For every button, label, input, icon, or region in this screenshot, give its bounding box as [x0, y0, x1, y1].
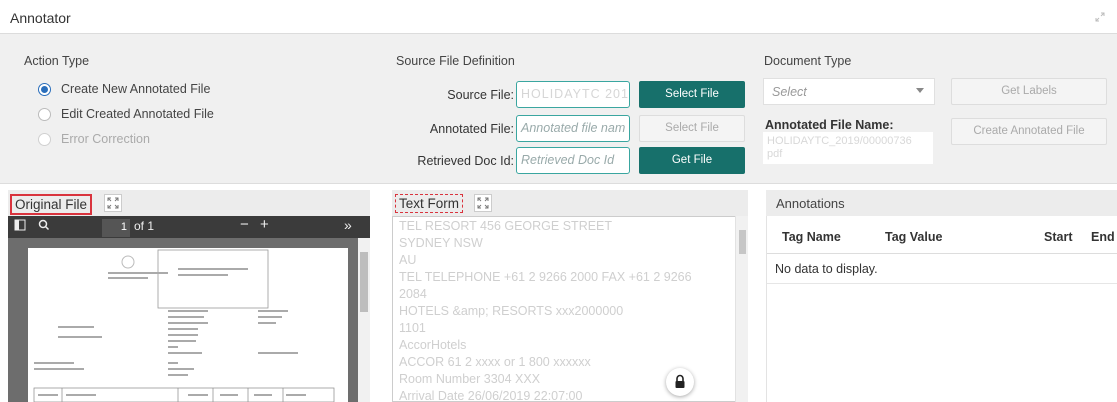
text-line: ACCOR 61 2 xxxx or 1 800 xxxxxx — [399, 355, 591, 369]
text-form-content[interactable]: TEL RESORT 456 GEORGE STREET SYDNEY NSW … — [392, 216, 748, 402]
select-annotated-file-button[interactable]: Select File — [639, 115, 745, 142]
panel-header: Annotations — [766, 190, 1117, 216]
lock-button[interactable] — [666, 368, 694, 396]
pdf-viewer — [8, 238, 370, 402]
chevron-down-icon — [916, 88, 924, 93]
maximize-icon[interactable] — [1095, 12, 1105, 25]
text-form-scrollbar[interactable] — [735, 216, 748, 402]
text-line: TEL TELEPHONE +61 2 9266 2000 FAX +61 2 … — [399, 270, 692, 284]
panel-header: Text Form — [392, 190, 748, 216]
radio-selected-icon — [38, 82, 51, 96]
expand-icon[interactable] — [474, 194, 492, 212]
expand-icon[interactable] — [104, 194, 122, 212]
text-line: Room Number 3304 XXX — [399, 372, 541, 386]
header-divider — [767, 253, 1117, 254]
radio-label: Error Correction — [61, 132, 150, 146]
configuration-area: Action Type Create New Annotated File Ed… — [0, 34, 1117, 184]
radio-unselected-icon — [38, 132, 51, 146]
text-line: 1101 — [399, 321, 426, 335]
column-header-end[interactable]: End — [1091, 230, 1115, 244]
empty-message: No data to display. — [775, 262, 878, 276]
annotated-file-name-ext: pdf — [767, 148, 783, 160]
text-form-panel: Text Form TEL RESORT 456 GEORGE STREET S… — [392, 190, 748, 402]
annotated-file-name-line: HOLIDAYTC_2019/00000736 — [767, 135, 912, 147]
text-line: 2084 — [399, 287, 427, 301]
pdf-scrollbar[interactable] — [358, 238, 370, 402]
page-number-input[interactable]: 1 — [102, 219, 130, 237]
text-line: SYDNEY NSW — [399, 236, 483, 250]
action-type-title: Action Type — [24, 54, 90, 68]
annotations-title: Annotations — [776, 196, 845, 211]
scrollbar-thumb[interactable] — [360, 252, 368, 312]
column-header-start[interactable]: Start — [1044, 230, 1072, 244]
radio-unselected-icon — [38, 107, 51, 121]
document-type-title: Document Type — [764, 54, 852, 68]
column-header-tag-value[interactable]: Tag Value — [885, 230, 942, 244]
radio-label: Edit Created Annotated File — [61, 107, 214, 121]
radio-create-new[interactable]: Create New Annotated File — [38, 82, 210, 96]
text-line: AU — [399, 253, 417, 267]
annotations-table: Tag Name Tag Value Start End No data to … — [766, 216, 1117, 402]
pdf-page-thumbnail — [28, 248, 348, 402]
text-line: Arrival Date 26/06/2019 22:07:00 — [399, 389, 583, 402]
annotated-file-field[interactable]: Annotated file nam — [516, 115, 630, 142]
annotations-panel: Annotations Tag Name Tag Value Start End… — [766, 190, 1117, 402]
select-value: Select — [772, 85, 807, 99]
source-file-definition-title: Source File Definition — [396, 54, 515, 68]
annotated-file-name-label: Annotated File Name: — [765, 118, 894, 132]
lock-icon — [675, 374, 685, 388]
original-file-title: Original File — [10, 194, 93, 215]
text-line: AccorHotels — [399, 338, 467, 352]
text-line: TEL RESORT 456 GEORGE STREET — [399, 219, 613, 233]
sidebar-toggle-icon[interactable] — [14, 219, 26, 234]
get-file-button[interactable]: Get File — [639, 147, 745, 174]
source-file-label: Source File: — [447, 88, 514, 102]
column-header-tag-name[interactable]: Tag Name — [782, 230, 841, 244]
pdf-toolbar: 1 of 1 − + » — [8, 216, 370, 238]
page-count: of 1 — [134, 219, 155, 233]
panel-header: Original File — [8, 190, 370, 216]
window-titlebar: Annotator — [0, 0, 1117, 34]
source-file-field[interactable]: HOLIDAYTC 2019/00 — [516, 81, 630, 108]
zoom-in-button[interactable]: + — [260, 216, 269, 233]
row-divider — [767, 283, 1117, 284]
annotated-file-label: Annotated File: — [429, 122, 514, 136]
search-icon[interactable] — [38, 219, 50, 234]
retrieved-doc-id-field[interactable]: Retrieved Doc Id — [516, 147, 630, 174]
create-annotated-file-button[interactable]: Create Annotated File — [951, 118, 1107, 145]
text-form-title: Text Form — [395, 194, 464, 213]
original-file-panel: Original File 1 of 1 − + » — [8, 190, 370, 402]
radio-edit-created[interactable]: Edit Created Annotated File — [38, 107, 214, 121]
zoom-out-button[interactable]: − — [240, 216, 249, 233]
radio-error-correction[interactable]: Error Correction — [38, 132, 150, 146]
window-title: Annotator — [10, 10, 71, 26]
more-tools-button[interactable]: » — [344, 217, 352, 233]
text-line: HOTELS &amp; RESORTS xxx2000000 — [399, 304, 624, 318]
scrollbar-thumb[interactable] — [739, 230, 746, 254]
select-file-button[interactable]: Select File — [639, 81, 745, 108]
annotated-file-name-value: HOLIDAYTC_2019/00000736 pdf — [763, 132, 933, 164]
radio-label: Create New Annotated File — [61, 82, 211, 96]
retrieved-doc-id-label: Retrieved Doc Id: — [417, 154, 514, 168]
document-type-select[interactable]: Select — [763, 78, 935, 105]
get-labels-button[interactable]: Get Labels — [951, 78, 1107, 105]
